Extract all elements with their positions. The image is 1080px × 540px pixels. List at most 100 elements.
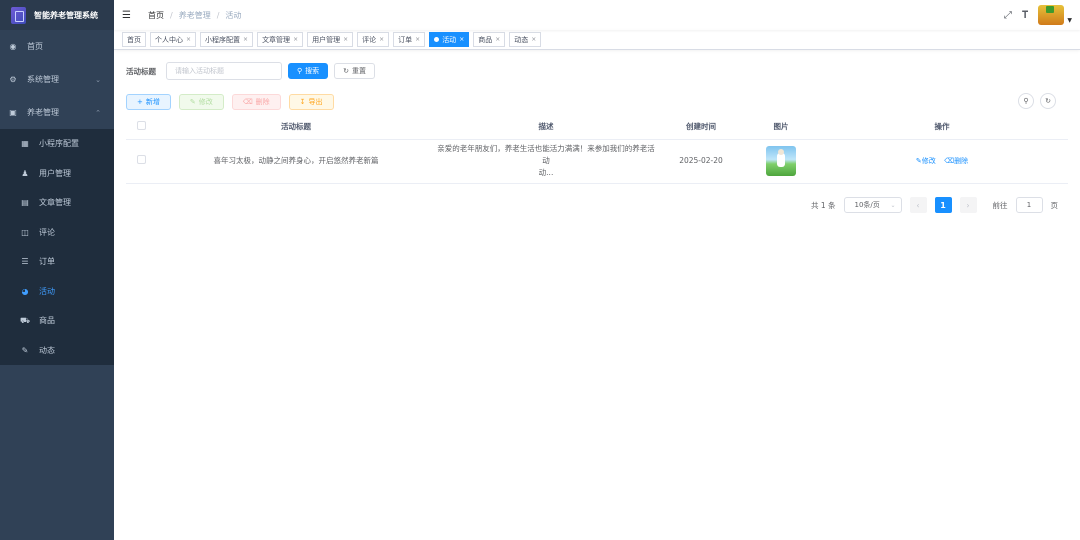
avatar[interactable] <box>1038 5 1065 25</box>
tag-label: 动态 <box>514 35 529 44</box>
close-icon[interactable]: × <box>243 36 248 43</box>
search-form: 活动标题 请输入活动标题 ⚲ 搜索 ↻ 重置 <box>126 61 1068 81</box>
tag-articles[interactable]: 文章管理 × <box>257 32 304 47</box>
tag-label: 订单 <box>398 35 413 44</box>
tag-miniprogram[interactable]: 小程序配置 × <box>200 32 254 47</box>
page-size-value: 10条/页 <box>854 201 880 209</box>
sidebar-item-label: 动态 <box>39 345 55 355</box>
app-logo-area[interactable]: 智能养老管理系统 <box>0 0 114 30</box>
sidebar-item-products[interactable]: ⛟ 商品 <box>0 306 114 336</box>
description-line: 动... <box>538 168 554 177</box>
reset-button[interactable]: ↻ 重置 <box>334 63 376 79</box>
page-content: 活动标题 请输入活动标题 ⚲ 搜索 ↻ 重置 + 新增 ✎ 修改 ⌫ 删除 ↧ 导出 ⚲ ↻… <box>114 50 1080 213</box>
row-delete-button[interactable]: ⌫删除 <box>944 157 968 165</box>
sidebar-item-articles[interactable]: ▤ 文章管理 <box>0 188 114 218</box>
breadcrumb-elderly-care: 养老管理 <box>178 10 211 20</box>
close-icon[interactable]: × <box>293 36 298 43</box>
tag-label: 用户管理 <box>312 35 341 44</box>
grid-icon: ▦ <box>21 139 29 149</box>
tag-comments[interactable]: 评论 × <box>357 32 390 47</box>
chevron-up-icon: ⌃ <box>95 108 101 117</box>
close-icon[interactable]: × <box>343 36 348 43</box>
sidebar-item-users[interactable]: ♟ 用户管理 <box>0 159 114 189</box>
sidebar-item-system[interactable]: ⚙ 系统管理 ⌄ <box>0 63 114 96</box>
goto-page-input[interactable]: 1 <box>1015 197 1043 213</box>
active-dot <box>434 37 440 42</box>
search-label: 活动标题 <box>126 66 156 76</box>
search-toggle-icon[interactable]: ⚲ <box>1018 93 1034 109</box>
tag-feed[interactable]: 动态 × <box>509 32 542 47</box>
caret-down-icon[interactable]: ▼ <box>1067 17 1072 24</box>
sidebar-item-activities[interactable]: ◕ 活动 <box>0 277 114 307</box>
sidebar-item-label: 订单 <box>39 257 55 267</box>
close-icon[interactable]: × <box>459 36 464 43</box>
export-button-label: 导出 <box>308 98 323 106</box>
description-line: 亲爱的老年朋友们，养老生活也能活力满满！来参加我们的养老活动 <box>437 144 655 165</box>
page-size-select[interactable]: 10条/页 ⌄ <box>843 197 902 213</box>
header-actions: 操作 <box>816 115 1068 140</box>
tag-products[interactable]: 商品 × <box>473 32 506 47</box>
sidebar-item-label: 养老管理 <box>27 108 59 117</box>
fullscreen-icon[interactable]: ⤢ <box>1004 10 1012 21</box>
close-icon[interactable]: × <box>415 36 420 43</box>
tag-profile[interactable]: 个人中心 × <box>150 32 197 47</box>
tag-label: 评论 <box>362 35 377 44</box>
edit-icon: ✎ <box>21 345 29 355</box>
activity-thumbnail[interactable] <box>766 146 796 176</box>
tag-label: 活动 <box>442 35 457 44</box>
submenu-elderly-care: ▦ 小程序配置 ♟ 用户管理 ▤ 文章管理 ◫ 评论 ☰ 订单 ◕ 活动 ⛟ 商… <box>0 129 114 365</box>
navbar-tools: ⤢ 𝐓 ▼ <box>1004 5 1072 25</box>
chevron-down-icon: ⌄ <box>95 75 101 84</box>
tag-activities[interactable]: 活动 × <box>429 32 470 47</box>
sidebar-item-orders[interactable]: ☰ 订单 <box>0 247 114 277</box>
sidebar-item-label: 小程序配置 <box>39 139 79 149</box>
tag-label: 文章管理 <box>262 35 291 44</box>
chevron-down-icon: ⌄ <box>890 201 896 209</box>
export-button[interactable]: ↧ 导出 <box>288 94 334 110</box>
row-select-cell <box>126 139 156 184</box>
row-edit-button[interactable]: ✎修改 <box>916 157 936 165</box>
add-button[interactable]: + 新增 <box>126 94 171 110</box>
prev-page-button[interactable]: ‹ <box>909 197 927 213</box>
tag-users[interactable]: 用户管理 × <box>307 32 354 47</box>
breadcrumb-home[interactable]: 首页 <box>148 10 164 21</box>
sidebar-item-comments[interactable]: ◫ 评论 <box>0 218 114 248</box>
search-button[interactable]: ⚲ 搜索 <box>288 63 329 79</box>
sidebar-item-miniprogram[interactable]: ▦ 小程序配置 <box>0 129 114 159</box>
page-number-button[interactable]: 1 <box>934 197 952 213</box>
select-all-checkbox[interactable] <box>136 121 146 131</box>
edit-button[interactable]: ✎ 修改 <box>178 94 224 110</box>
sidebar-item-feed[interactable]: ✎ 动态 <box>0 336 114 366</box>
close-icon[interactable]: × <box>495 36 500 43</box>
row-checkbox[interactable] <box>136 154 146 164</box>
logo-icon <box>11 6 26 24</box>
cell-created: 2025-02-20 <box>656 139 746 184</box>
close-icon[interactable]: × <box>531 36 536 43</box>
font-size-icon[interactable]: 𝐓 <box>1022 10 1028 21</box>
next-page-button[interactable]: › <box>959 197 977 213</box>
hamburger-icon[interactable]: ☰ <box>122 10 134 21</box>
tag-label: 小程序配置 <box>205 35 241 44</box>
close-icon[interactable]: × <box>186 36 191 43</box>
gear-icon: ⚙ <box>9 75 17 84</box>
cart-icon: ⛟ <box>20 315 31 325</box>
table-row[interactable]: 喜年习太极，动静之间养身心，开启悠然养老新篇 亲爱的老年朋友们，养老生活也能活力… <box>126 139 1068 184</box>
search-input[interactable]: 请输入活动标题 <box>166 62 282 80</box>
sidebar-item-elderly-care[interactable]: ▣ 养老管理 ⌃ <box>0 96 114 129</box>
edit-button-label: 修改 <box>198 98 213 106</box>
header-description: 描述 <box>436 115 656 140</box>
sidebar-item-label: 评论 <box>39 227 55 237</box>
refresh-icon[interactable]: ↻ <box>1040 93 1056 109</box>
search-placeholder: 请输入活动标题 <box>175 67 224 75</box>
sidebar-item-home[interactable]: ◉ 首页 <box>0 30 114 63</box>
tag-orders[interactable]: 订单 × <box>393 32 426 47</box>
goto-page-value: 1 <box>1026 201 1032 209</box>
delete-button[interactable]: ⌫ 删除 <box>231 94 281 110</box>
trash-icon: ⌫ <box>242 98 253 106</box>
cell-actions: ✎修改 ⌫删除 <box>816 139 1068 184</box>
reset-button-label: 重置 <box>352 67 367 75</box>
close-icon[interactable]: × <box>379 36 384 43</box>
tag-home[interactable]: 首页 <box>122 32 146 47</box>
edit-icon: ✎ <box>189 98 196 106</box>
breadcrumb-separator: / <box>170 10 173 20</box>
